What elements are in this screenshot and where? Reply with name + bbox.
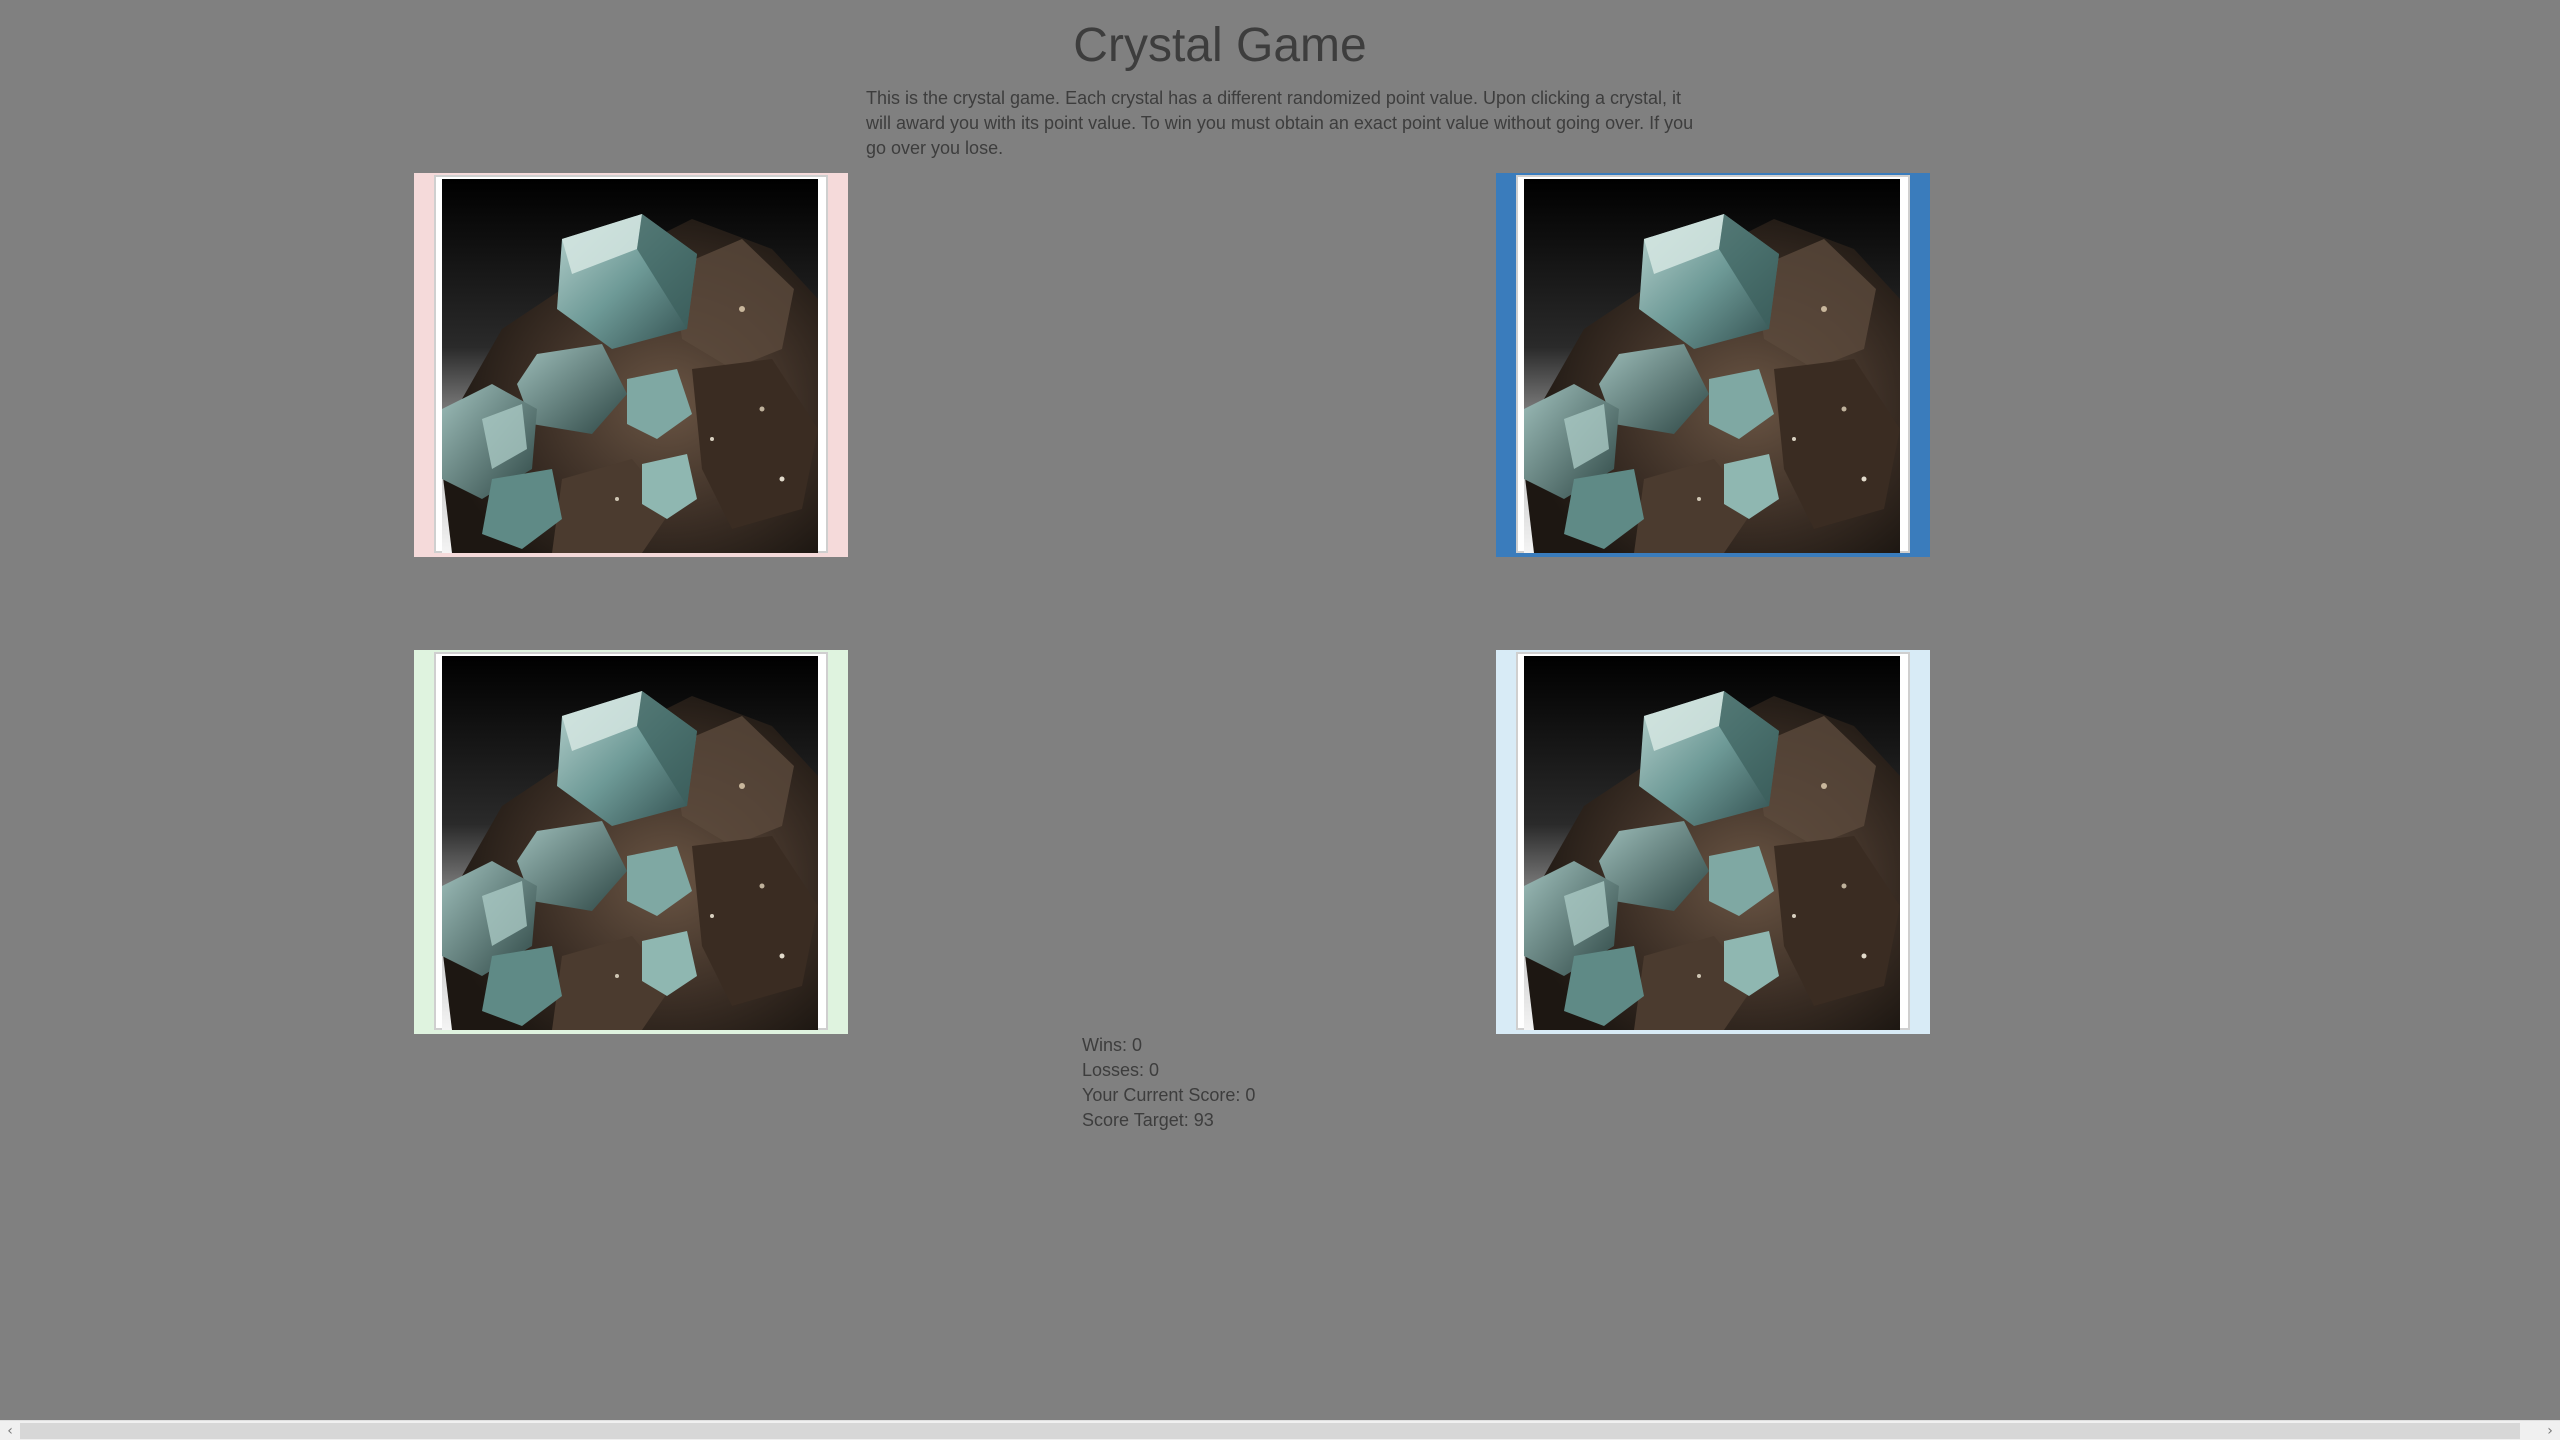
game-description: This is the crystal game. Each crystal h… <box>866 88 1694 158</box>
scrollbar-thumb[interactable] <box>20 1423 2520 1439</box>
horizontal-scrollbar[interactable]: ‹ › <box>0 1420 2560 1440</box>
crystal-button-2[interactable] <box>1496 173 1930 557</box>
crystal-button-4[interactable] <box>1496 650 1930 1034</box>
crystal-image-frame <box>434 175 828 553</box>
crystal-image-frame <box>1516 652 1910 1030</box>
crystal-button-3[interactable] <box>414 650 848 1034</box>
crystal-button-1[interactable] <box>414 173 848 557</box>
current-score: Your Current Score: 0 <box>1082 1085 1256 1105</box>
page-title: Crystal Game <box>1073 19 1367 72</box>
score-panel: Wins: 0 Losses: 0 Your Current Score: 0 … <box>1082 1033 1255 1133</box>
score-target: Score Target: 93 <box>1082 1110 1214 1130</box>
crystal-image <box>1524 656 1900 1030</box>
crystal-image <box>442 656 818 1030</box>
scroll-left-icon[interactable]: ‹ <box>0 1421 20 1440</box>
crystal-image <box>1524 179 1900 553</box>
crystal-game-page: Crystal Game This is the crystal game. E… <box>0 0 2560 1440</box>
scroll-right-icon[interactable]: › <box>2540 1421 2560 1440</box>
crystal-image-frame <box>1516 175 1910 553</box>
crystal-image-frame <box>434 652 828 1030</box>
wins-count: Wins: 0 <box>1082 1035 1143 1055</box>
losses-count: Losses: 0 <box>1082 1060 1160 1080</box>
crystal-image <box>442 179 818 553</box>
